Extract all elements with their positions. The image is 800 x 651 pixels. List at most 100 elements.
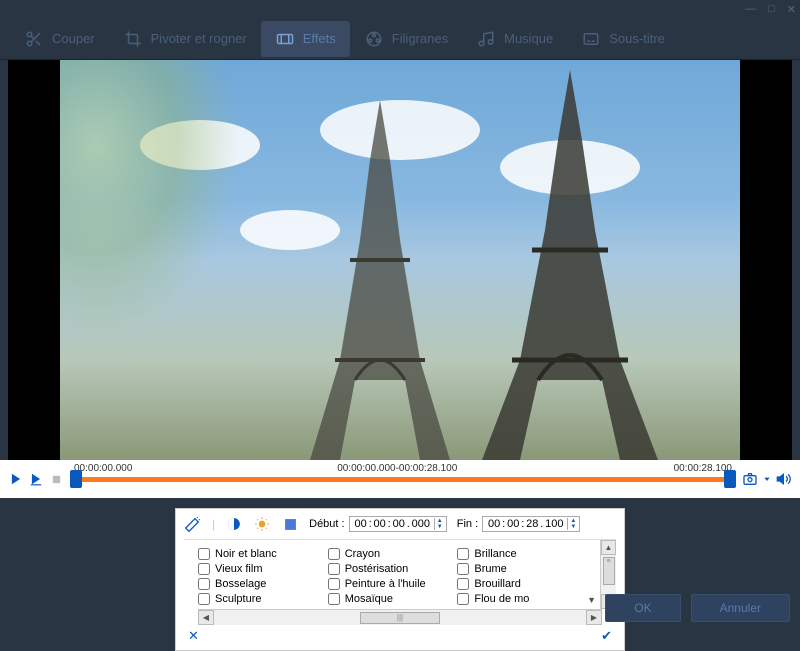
effect-label: Crayon (345, 548, 380, 560)
effect-checkbox[interactable] (328, 548, 340, 560)
effect-item[interactable]: Crayon (328, 548, 450, 560)
effect-label: Brouillard (474, 578, 520, 590)
cancel-button[interactable]: Annuler (691, 594, 790, 622)
effect-label: Mosaïque (345, 593, 393, 605)
start-mm[interactable] (372, 518, 388, 530)
volume-button[interactable] (776, 471, 792, 487)
effect-checkbox[interactable] (457, 593, 469, 605)
tab-label: Effets (303, 31, 336, 46)
effect-checkbox[interactable] (198, 593, 210, 605)
snapshot-button[interactable] (742, 471, 758, 487)
effect-checkbox[interactable] (198, 563, 210, 575)
effect-checkbox[interactable] (457, 548, 469, 560)
foliage-overlay (60, 60, 240, 340)
spin-down-icon[interactable]: ▼ (437, 524, 443, 530)
start-time-input[interactable]: : : . ▲▼ (349, 516, 447, 532)
music-icon (476, 29, 496, 49)
play-button[interactable] (8, 471, 24, 487)
effect-checkbox[interactable] (457, 563, 469, 575)
scroll-left-icon[interactable]: ◀ (198, 610, 214, 625)
scrollbar-thumb[interactable]: ||| (360, 612, 440, 624)
ok-button[interactable]: OK (605, 594, 680, 622)
panel-confirm-icon[interactable]: ✔ (601, 628, 612, 644)
contrast-icon[interactable] (225, 515, 243, 533)
effect-item[interactable]: Brume (457, 563, 579, 575)
timeline-end-handle[interactable] (724, 470, 736, 488)
stop-button[interactable] (48, 471, 64, 487)
start-label: Début : (309, 518, 344, 530)
effects-toolbar: | Début : : : . ▲▼ Fin : : : . ▲▼ (184, 515, 616, 540)
rotate-tab[interactable]: Pivoter et rogner (109, 21, 261, 57)
effect-label: Vieux film (215, 563, 262, 575)
horizontal-scrollbar[interactable]: ◀ ||| ▶ (198, 609, 602, 625)
scroll-right-icon[interactable]: ▶ (586, 610, 602, 625)
tab-label: Pivoter et rogner (151, 31, 247, 46)
tab-label: Filigranes (392, 31, 448, 46)
start-hh[interactable] (353, 518, 369, 530)
spin-down-icon[interactable]: ▼ (570, 524, 576, 530)
effect-checkbox[interactable] (457, 578, 469, 590)
end-label: Fin : (457, 518, 478, 530)
end-mm[interactable] (505, 518, 521, 530)
effect-item[interactable]: Bosselage (198, 578, 320, 590)
eiffel-tower-right (470, 70, 670, 460)
maximize-button[interactable]: □ (768, 3, 775, 15)
brightness-icon[interactable] (253, 515, 271, 533)
effect-item[interactable]: Mosaïque (328, 593, 450, 605)
effect-item[interactable]: Noir et blanc (198, 548, 320, 560)
tab-label: Musique (504, 31, 553, 46)
effect-item[interactable]: Peinture à l'huile (328, 578, 450, 590)
effect-item[interactable]: Brouillard (457, 578, 579, 590)
scroll-up-icon[interactable]: ▲ (601, 540, 616, 555)
subtitle-tab[interactable]: Sous-titre (567, 21, 679, 57)
color-icon[interactable] (281, 515, 299, 533)
effect-label: Postérisation (345, 563, 409, 575)
close-button[interactable]: ✕ (787, 3, 796, 16)
film-icon (275, 29, 295, 49)
window-titlebar: — □ ✕ (0, 0, 800, 18)
cut-tab[interactable]: Couper (10, 21, 109, 57)
panel-close-icon[interactable]: ✕ (188, 628, 199, 644)
magic-wand-icon[interactable] (184, 515, 202, 533)
dropdown-icon[interactable] (762, 471, 772, 487)
scissors-icon (24, 29, 44, 49)
timeline-start-handle[interactable] (70, 470, 82, 488)
effect-checkbox[interactable] (328, 593, 340, 605)
music-tab[interactable]: Musique (462, 21, 567, 57)
effect-checkbox[interactable] (198, 578, 210, 590)
end-ms[interactable] (543, 518, 565, 530)
eiffel-tower-left (300, 100, 460, 460)
dialog-buttons: OK Annuler (605, 594, 790, 622)
playback-controls: 00:00:00.000 00:00:00.000-00:00:28.100 0… (0, 460, 800, 498)
effect-label: Brillance (474, 548, 516, 560)
end-hh[interactable] (486, 518, 502, 530)
play-range-button[interactable] (28, 471, 44, 487)
scrollbar-thumb[interactable]: ≡ (603, 557, 615, 585)
effect-item[interactable]: Flou de mo (457, 593, 579, 605)
effect-checkbox[interactable] (198, 548, 210, 560)
minimize-button[interactable]: — (745, 3, 756, 15)
effects-list: Noir et blanc Vieux film Bosselage Sculp… (184, 540, 600, 609)
effect-item[interactable]: Brillance (457, 548, 579, 560)
end-time-input[interactable]: : : . ▲▼ (482, 516, 580, 532)
panel-footer: ✕ ✔ (184, 625, 616, 644)
start-ms[interactable] (410, 518, 432, 530)
effect-item[interactable]: Vieux film (198, 563, 320, 575)
end-ss[interactable] (524, 518, 540, 530)
effect-checkbox[interactable] (328, 563, 340, 575)
effect-label: Peinture à l'huile (345, 578, 426, 590)
effects-col-2: Crayon Postérisation Peinture à l'huile … (328, 548, 450, 605)
effects-tab[interactable]: Effets (261, 21, 350, 57)
effect-item[interactable]: Sculpture (198, 593, 320, 605)
crop-icon (123, 29, 143, 49)
effect-label: Noir et blanc (215, 548, 277, 560)
start-ss[interactable] (391, 518, 407, 530)
reel-icon (364, 29, 384, 49)
subtitle-icon (581, 29, 601, 49)
more-indicator-icon: ▼ (587, 595, 596, 605)
timeline[interactable]: 00:00:00.000 00:00:00.000-00:00:28.100 0… (74, 477, 732, 482)
start-time-group: Début : : : . ▲▼ (309, 516, 447, 532)
effect-checkbox[interactable] (328, 578, 340, 590)
watermark-tab[interactable]: Filigranes (350, 21, 462, 57)
effect-item[interactable]: Postérisation (328, 563, 450, 575)
